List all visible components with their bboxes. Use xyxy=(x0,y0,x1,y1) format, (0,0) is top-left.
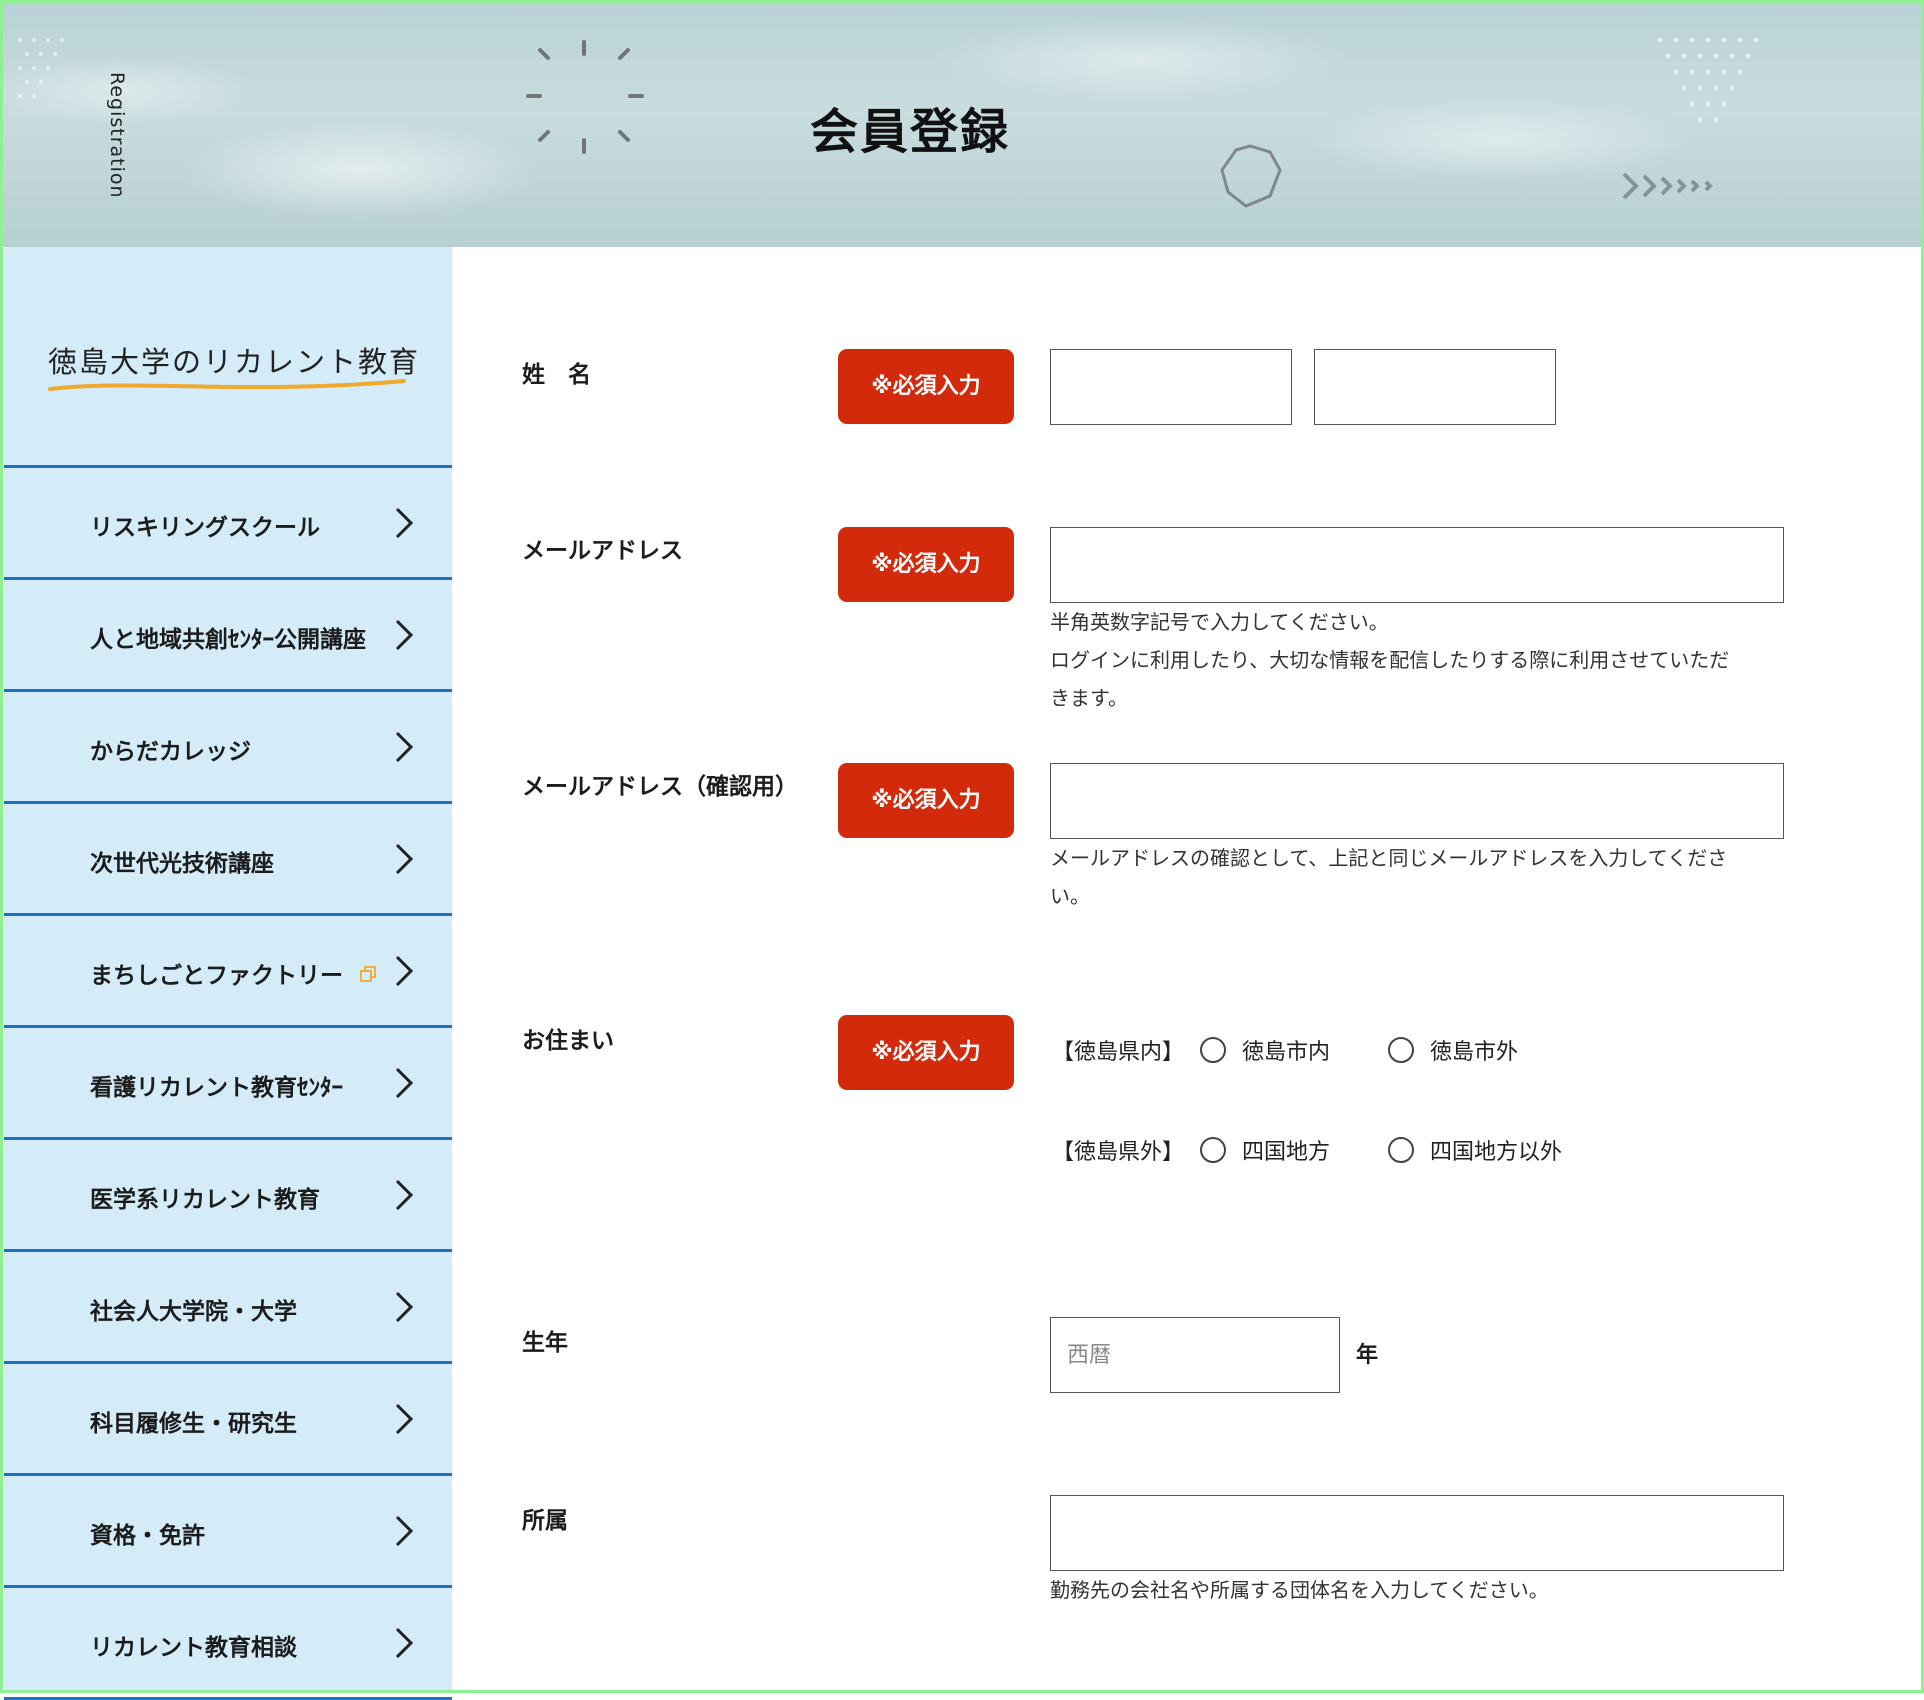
radio-label: 四国地方以外 xyxy=(1430,1140,1563,1165)
email-required-badge: ※必須入力 xyxy=(838,527,1014,602)
email-confirm-label: メールアドレス（確認用） xyxy=(522,774,798,800)
radio-tokushima-city-inside[interactable] xyxy=(1200,1037,1226,1063)
email-help: 半角英数字記号で入力してください。 ログインに利用したり、大切な情報を配信したり… xyxy=(1050,603,1729,717)
birth-year-label: 生年 xyxy=(522,1330,568,1356)
birth-year-unit: 年 xyxy=(1356,1343,1379,1368)
sidebar-item-label: 社会人大学院・大学 xyxy=(90,1299,297,1325)
radio-label: 徳島市内 xyxy=(1242,1040,1331,1065)
chevron-right-icon xyxy=(395,1067,414,1099)
chevron-right-icon xyxy=(395,1291,414,1323)
sidebar-nav: リスキリングスクール 人と地域共創ｾﾝﾀｰ公開講座 からだカレッジ 次世代光技術… xyxy=(4,465,452,1700)
sidebar-logo[interactable]: 徳島大学のリカレント教育 xyxy=(4,247,452,465)
email-confirm-help-line: い。 xyxy=(1050,884,1090,908)
external-link-icon xyxy=(360,966,376,982)
radio-label: 徳島市外 xyxy=(1430,1040,1519,1065)
sidebar-item-machishigoto-factory[interactable]: まちしごとファクトリー xyxy=(4,913,452,1025)
residence-required-badge: ※必須入力 xyxy=(838,1015,1014,1090)
radio-tokushima-city-outside[interactable] xyxy=(1388,1037,1414,1063)
chevron-right-icon xyxy=(395,731,414,763)
email-confirm-help-line: メールアドレスの確認として、上記と同じメールアドレスを入力してくださ xyxy=(1050,846,1728,870)
chevron-right-icon xyxy=(395,1515,414,1547)
sidebar-item-label: 看護リカレント教育ｾﾝﾀｰ xyxy=(90,1075,343,1101)
affiliation-label: 所属 xyxy=(522,1508,568,1534)
sidebar-item-optical-tech[interactable]: 次世代光技術講座 xyxy=(4,801,452,913)
sidebar-item-karada-college[interactable]: からだカレッジ xyxy=(4,689,452,801)
birth-year-input[interactable] xyxy=(1050,1317,1340,1393)
sidebar-item-medical-recurrent[interactable]: 医学系リカレント教育 xyxy=(4,1137,452,1249)
email-input[interactable] xyxy=(1050,527,1784,603)
affiliation-input[interactable] xyxy=(1050,1495,1784,1571)
email-help-line: きます。 xyxy=(1050,686,1128,710)
email-confirm-help: メールアドレスの確認として、上記と同じメールアドレスを入力してくださ い。 xyxy=(1050,839,1727,915)
sidebar-item-label: からだカレッジ xyxy=(90,739,251,765)
sidebar-item-label: リスキリングスクール xyxy=(90,515,320,541)
sidebar-item-reskilling-school[interactable]: リスキリングスクール xyxy=(4,465,452,577)
sidebar-item-label: 科目履修生・研究生 xyxy=(90,1411,297,1437)
sidebar: 徳島大学のリカレント教育 リスキリングスクール 人と地域共創ｾﾝﾀｰ公開講座 か… xyxy=(4,247,452,1700)
radio-shikoku-region[interactable] xyxy=(1200,1137,1226,1163)
page-title: 会員登録 xyxy=(809,104,1010,160)
sidebar-item-label: 医学系リカレント教育 xyxy=(90,1187,320,1213)
sidebar-item-label: リカレント教育相談 xyxy=(90,1635,297,1661)
logo-underline-icon xyxy=(48,379,406,391)
sidebar-item-label: まちしごとファクトリー xyxy=(90,963,343,989)
residence-inside-group-label: 【徳島県内】 xyxy=(1052,1040,1185,1065)
residence-outside-group-label: 【徳島県外】 xyxy=(1052,1140,1185,1165)
email-confirm-input[interactable] xyxy=(1050,763,1784,839)
sidebar-item-consultation[interactable]: リカレント教育相談 xyxy=(4,1585,452,1700)
name-label: 姓 名 xyxy=(522,362,591,388)
email-help-line: ログインに利用したり、大切な情報を配信したりする際に利用させていただ xyxy=(1050,648,1730,672)
chevron-right-icon xyxy=(395,619,414,651)
page-banner: Registration 会員登録 xyxy=(0,0,1924,247)
radio-label: 四国地方 xyxy=(1242,1140,1331,1165)
chevron-right-icon xyxy=(395,955,414,987)
name-required-badge: ※必須入力 xyxy=(838,349,1014,424)
chevron-right-icon xyxy=(395,507,414,539)
chevron-right-icon xyxy=(395,1627,414,1659)
chevron-right-icon xyxy=(395,1179,414,1211)
sidebar-item-open-lectures[interactable]: 人と地域共創ｾﾝﾀｰ公開講座 xyxy=(4,577,452,689)
sidebar-item-label: 人と地域共創ｾﾝﾀｰ公開講座 xyxy=(90,627,366,653)
sidebar-item-qualifications[interactable]: 資格・免許 xyxy=(4,1473,452,1585)
email-label: メールアドレス xyxy=(522,538,683,564)
sidebar-item-graduate-school[interactable]: 社会人大学院・大学 xyxy=(4,1249,452,1361)
sidebar-item-nursing-center[interactable]: 看護リカレント教育ｾﾝﾀｰ xyxy=(4,1025,452,1137)
residence-label: お住まい xyxy=(522,1028,614,1054)
first-name-input[interactable] xyxy=(1314,349,1556,425)
sidebar-item-label: 次世代光技術講座 xyxy=(90,851,274,877)
chevron-right-icon xyxy=(395,843,414,875)
email-help-line: 半角英数字記号で入力してください。 xyxy=(1050,610,1389,634)
registration-form: 姓 名 ※必須入力 メールアドレス ※必須入力 半角英数字記号で入力してください… xyxy=(452,247,1920,1693)
chevron-right-icon xyxy=(395,1403,414,1435)
radio-outside-shikoku[interactable] xyxy=(1388,1137,1414,1163)
sidebar-item-credit-auditors[interactable]: 科目履修生・研究生 xyxy=(4,1361,452,1473)
sidebar-item-label: 資格・免許 xyxy=(90,1523,205,1549)
affiliation-help: 勤務先の会社名や所属する団体名を入力してください。 xyxy=(1050,1578,1549,1602)
email-confirm-required-badge: ※必須入力 xyxy=(838,763,1014,838)
last-name-input[interactable] xyxy=(1050,349,1292,425)
